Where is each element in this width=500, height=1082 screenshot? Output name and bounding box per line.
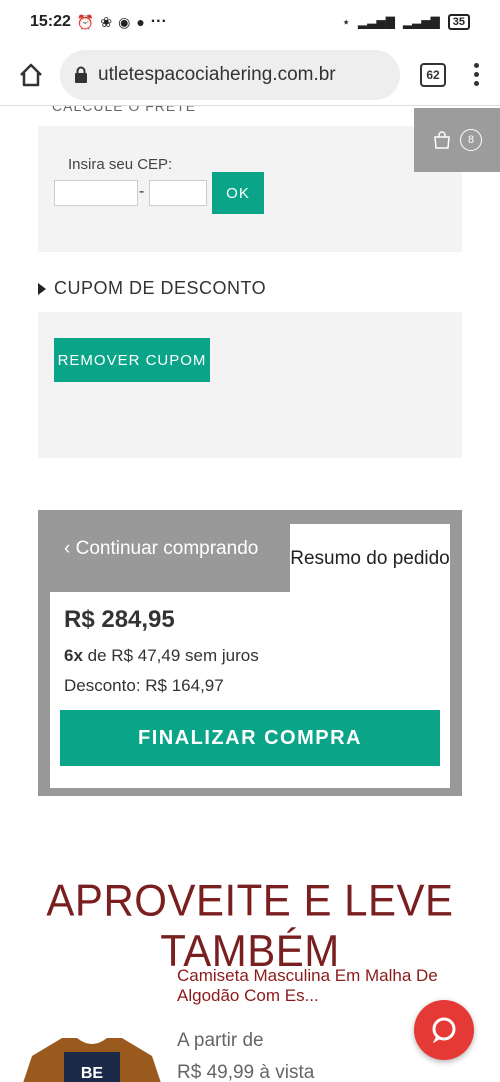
- status-bar: 15:22 ⏰ ❀ ◉ ● ··· ⋆ ▂▃▅▇ ▂▃▅▇ 35: [0, 0, 500, 44]
- menu-dot: [473, 72, 479, 77]
- coupon-section: REMOVER CUPOM: [38, 312, 462, 458]
- alarm-icon: ⏰: [76, 13, 95, 30]
- installments-text: de R$ 47,49 sem juros: [87, 646, 259, 665]
- chat-bubble-icon: [432, 1017, 456, 1044]
- installments-count: 6x: [64, 646, 83, 665]
- browser-menu-button[interactable]: [466, 63, 486, 86]
- frete-heading: CALCULE O FRETE: [52, 106, 197, 114]
- shipping-calculator: Insira seu CEP: - OK: [38, 126, 462, 252]
- menu-dot: [473, 81, 479, 86]
- lock-icon: [75, 66, 87, 83]
- url-text: utletespacociahering.com.br: [98, 63, 336, 85]
- cep-input-suffix[interactable]: [149, 180, 207, 206]
- camera-icon: ◉: [118, 13, 131, 30]
- shirt-print-text: BE: [81, 1065, 104, 1082]
- flower-icon: ❀: [100, 13, 113, 30]
- remove-coupon-button[interactable]: REMOVER CUPOM: [54, 338, 210, 382]
- page-content: CALCULE O FRETE 8 Insira seu CEP: - OK C…: [0, 106, 500, 1082]
- tab-switcher-button[interactable]: 62: [420, 62, 446, 87]
- continue-shopping-label: Continuar comprando: [75, 538, 259, 559]
- coupon-title: CUPOM DE DESCONTO: [54, 278, 267, 298]
- tab-order-summary[interactable]: Resumo do pedido: [290, 524, 450, 592]
- product-image[interactable]: BE: [22, 1026, 162, 1082]
- installments-info: 6x de R$ 47,49 sem juros: [64, 646, 259, 666]
- cep-ok-button[interactable]: OK: [212, 172, 264, 214]
- chat-button[interactable]: [414, 1000, 474, 1060]
- product-name-link[interactable]: Camiseta Masculina Em Malha De Algodão C…: [177, 966, 477, 1006]
- summary-panel: R$ 284,95 6x de R$ 47,49 sem juros Desco…: [50, 592, 450, 788]
- shopping-bag-icon: [434, 131, 450, 149]
- bluetooth-icon: ⋆: [342, 15, 350, 29]
- clock: 15:22: [30, 13, 71, 30]
- battery-icon: 35: [447, 14, 470, 30]
- notification-icon: ●: [136, 14, 145, 30]
- product-price: R$ 49,99 à vista: [177, 1062, 315, 1082]
- cep-label: Insira seu CEP:: [68, 156, 173, 173]
- cep-separator: -: [139, 183, 145, 200]
- discount-amount: Desconto: R$ 164,97: [64, 676, 224, 695]
- order-total: R$ 284,95: [64, 606, 175, 633]
- more-notifications: ···: [150, 13, 167, 30]
- floating-cart-button[interactable]: 8: [414, 108, 500, 172]
- cep-input-prefix[interactable]: [54, 180, 138, 206]
- caret-right-icon: [38, 282, 46, 295]
- order-summary: ‹ Continuar comprando Resumo do pedido R…: [38, 510, 462, 796]
- address-bar[interactable]: utletespacociahering.com.br: [60, 49, 400, 100]
- signal-icon: ▂▃▅▇: [357, 15, 395, 29]
- coupon-toggle[interactable]: CUPOM DE DESCONTO: [38, 278, 266, 299]
- home-icon: [20, 63, 42, 86]
- browser-toolbar: utletespacociahering.com.br 62: [0, 44, 500, 106]
- checkout-button[interactable]: FINALIZAR COMPRA: [60, 710, 440, 766]
- signal-icon-2: ▂▃▅▇: [402, 15, 440, 29]
- continue-shopping-link[interactable]: ‹ Continuar comprando: [64, 538, 258, 559]
- cart-count-badge: 8: [460, 129, 482, 151]
- home-button[interactable]: [14, 58, 48, 92]
- menu-dot: [473, 63, 479, 68]
- price-from-label: A partir de: [177, 1030, 264, 1051]
- recommendations-title: APROVEITE E LEVE TAMBÉM: [46, 875, 454, 976]
- chevron-left-icon: ‹: [64, 538, 71, 559]
